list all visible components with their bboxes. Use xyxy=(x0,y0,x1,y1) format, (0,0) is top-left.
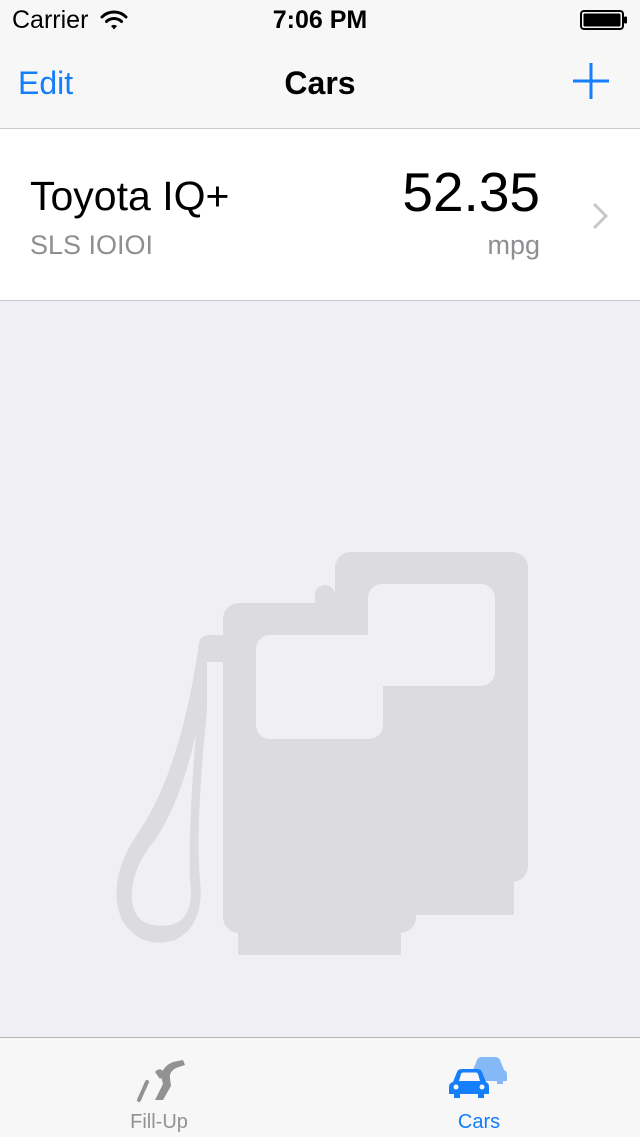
fuel-nozzle-icon xyxy=(137,1060,185,1102)
tab-cars[interactable]: Cars xyxy=(379,1038,579,1137)
cars-icon xyxy=(449,1057,507,1098)
car-name: Toyota IQ+ xyxy=(30,173,230,219)
car-mpg-value: 52.35 xyxy=(402,161,540,223)
tab-label: Cars xyxy=(457,1111,501,1133)
car-plate: SLS IOIOI xyxy=(30,230,154,260)
tab-bar: Fill-Up Cars xyxy=(0,1037,640,1137)
car-mpg-unit: mpg xyxy=(487,230,540,260)
chevron-right-icon xyxy=(592,202,608,230)
plus-icon[interactable] xyxy=(572,62,610,100)
car-list-item[interactable]: Toyota IQ+ SLS IOIOI 52.35 mpg xyxy=(0,129,640,301)
battery-icon xyxy=(580,10,627,30)
navigation-bar: Edit Cars xyxy=(0,40,640,129)
page-title: Cars xyxy=(284,65,356,101)
status-bar: Carrier 7:06 PM xyxy=(0,0,640,40)
status-time: 7:06 PM xyxy=(272,6,368,34)
fuel-pump-illustration xyxy=(116,552,528,955)
tab-fill-up[interactable]: Fill-Up xyxy=(59,1038,259,1137)
tab-label: Fill-Up xyxy=(130,1111,188,1133)
